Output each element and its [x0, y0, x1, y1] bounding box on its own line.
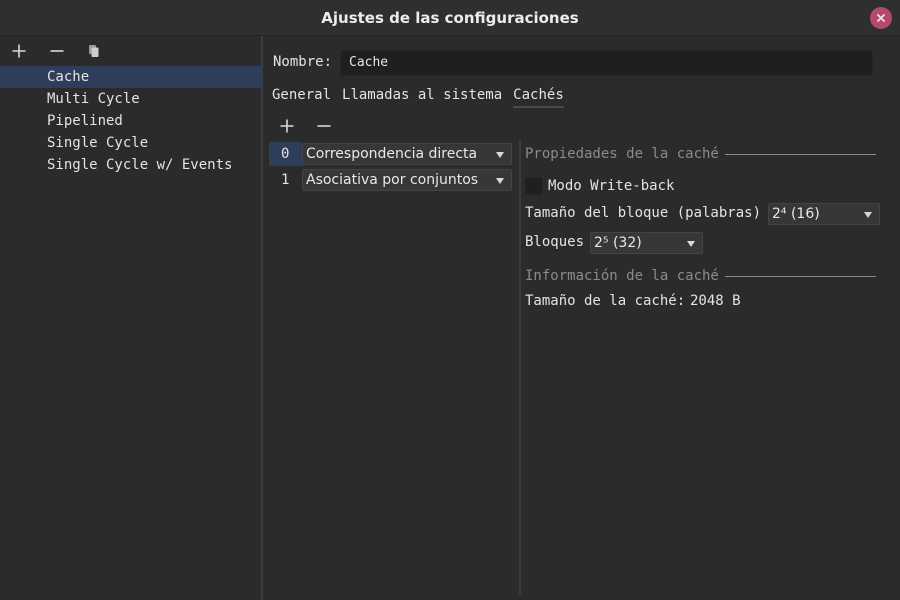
cache-type-value: Correspondencia directa: [306, 146, 478, 162]
dropdown-arrow-icon: [496, 152, 504, 158]
caches-toolbar: [263, 114, 523, 138]
add-configuration-button[interactable]: [9, 41, 29, 61]
header-rule: [724, 153, 876, 155]
remove-configuration-button[interactable]: [47, 41, 67, 61]
remove-cache-button[interactable]: [314, 116, 334, 136]
cache-size-label: Tamaño de la caché:: [525, 293, 686, 309]
add-icon: [12, 44, 26, 58]
configuration-item[interactable]: Cache: [0, 66, 261, 88]
name-input[interactable]: Cache: [340, 50, 873, 76]
writeback-label[interactable]: Modo Write-back: [548, 178, 674, 194]
configuration-item[interactable]: Single Cycle: [0, 132, 261, 154]
cache-row[interactable]: 0 Correspondencia directa: [269, 141, 519, 167]
info-header-label: Información de la caché: [525, 268, 719, 284]
cache-split-divider[interactable]: [519, 140, 521, 595]
configurations-toolbar: [0, 36, 261, 66]
configurations-panel: Cache Multi Cycle Pipelined Single Cycle…: [0, 36, 261, 600]
cache-index: 0: [269, 142, 302, 166]
configuration-item[interactable]: Single Cycle w/ Events: [0, 154, 261, 176]
tab-general[interactable]: General: [272, 87, 331, 108]
add-cache-button[interactable]: [277, 116, 297, 136]
close-icon: [877, 14, 885, 22]
remove-icon: [317, 125, 331, 127]
dropdown-arrow-icon: [687, 241, 695, 247]
cache-type-select[interactable]: Correspondencia directa: [302, 143, 512, 165]
blocks-select[interactable]: 2⁵ (32): [590, 232, 703, 254]
name-label: Nombre:: [273, 54, 333, 70]
properties-header-label: Propiedades de la caché: [525, 146, 719, 162]
dropdown-arrow-icon: [864, 212, 872, 218]
blocks-label: Bloques: [525, 234, 585, 250]
close-button[interactable]: [870, 7, 892, 29]
block-size-label: Tamaño del bloque (palabras): [525, 205, 762, 221]
copy-configuration-button[interactable]: [84, 41, 104, 61]
configurations-list: Cache Multi Cycle Pipelined Single Cycle…: [0, 66, 261, 176]
cache-type-select[interactable]: Asociativa por conjuntos: [302, 169, 512, 191]
cache-type-value: Asociativa por conjuntos: [306, 172, 479, 188]
tab-bar: General Llamadas al sistema Cachés: [272, 87, 575, 108]
configuration-item[interactable]: Multi Cycle: [0, 88, 261, 110]
configuration-detail-panel: Nombre: Cache General Llamadas al sistem…: [263, 36, 900, 600]
caches-list: 0 Correspondencia directa 1 Asociativa p…: [269, 141, 519, 193]
remove-icon: [50, 50, 64, 52]
blocks-value: 2⁵ (32): [594, 235, 642, 251]
title-bar: Ajustes de las configuraciones: [0, 0, 900, 36]
add-icon: [280, 119, 294, 133]
block-size-select[interactable]: 2⁴ (16): [768, 203, 880, 225]
info-header: Información de la caché: [525, 268, 876, 284]
configuration-item[interactable]: Pipelined: [0, 110, 261, 132]
dropdown-arrow-icon: [496, 178, 504, 184]
cache-index: 1: [281, 172, 290, 188]
block-size-value: 2⁴ (16): [772, 206, 820, 222]
tab-system-calls[interactable]: Llamadas al sistema: [342, 87, 502, 108]
properties-header: Propiedades de la caché: [525, 146, 876, 162]
cache-row[interactable]: 1 Asociativa por conjuntos: [269, 167, 519, 193]
copy-icon: [89, 45, 99, 57]
header-rule: [724, 275, 876, 277]
tab-caches[interactable]: Cachés: [513, 87, 564, 108]
writeback-checkbox[interactable]: [525, 177, 543, 195]
window-title: Ajustes de las configuraciones: [321, 8, 579, 27]
cache-size-value: 2048 B: [690, 293, 741, 309]
